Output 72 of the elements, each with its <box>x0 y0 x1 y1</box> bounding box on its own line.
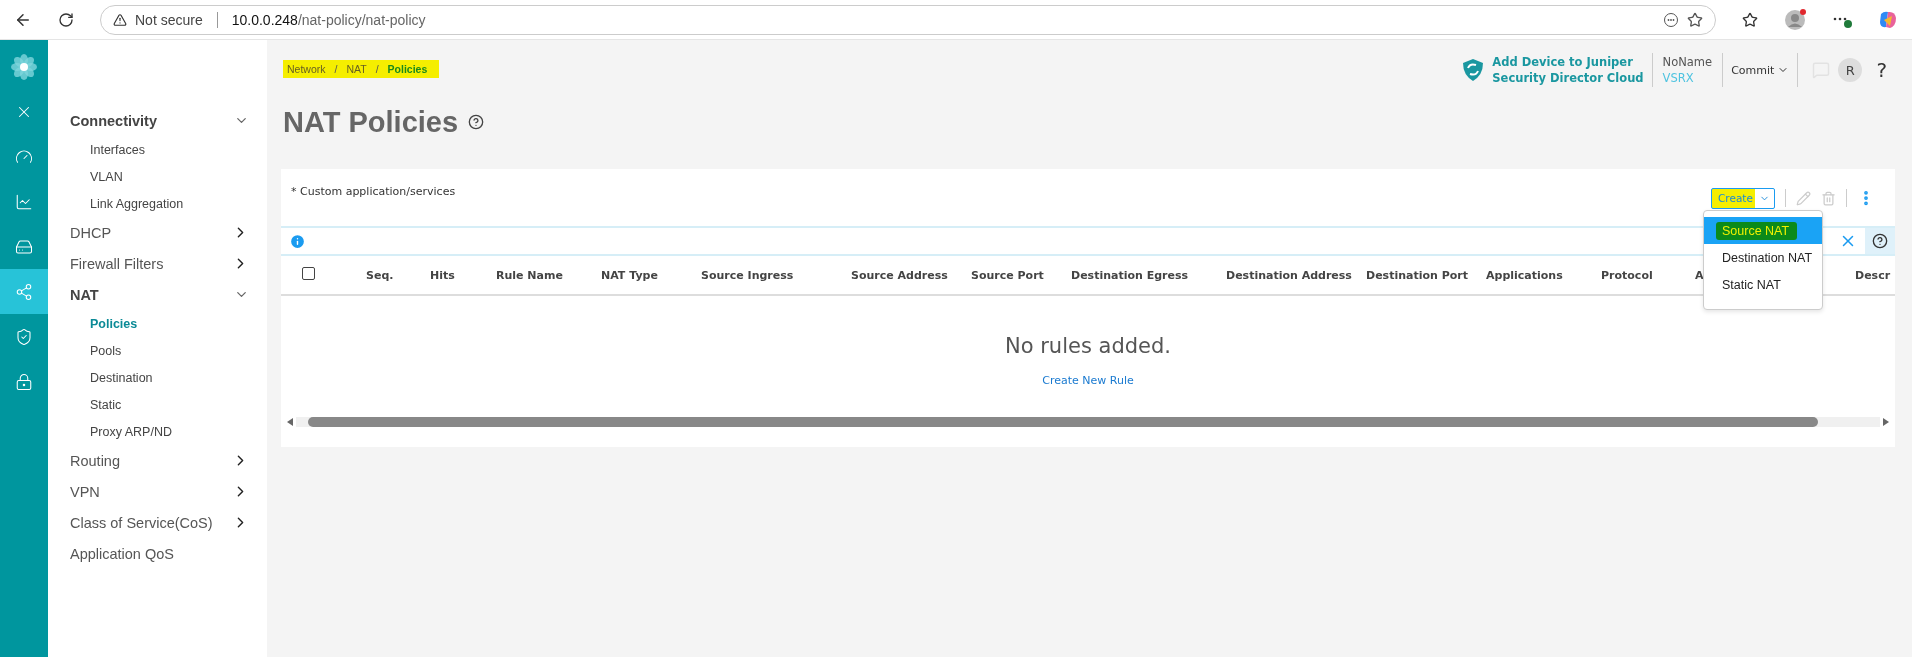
breadcrumb-separator: / <box>375 63 379 75</box>
chart-icon <box>15 192 33 211</box>
scroll-left-icon[interactable] <box>287 418 293 426</box>
share-icon <box>15 282 33 301</box>
column-header[interactable]: Source Address <box>851 268 971 282</box>
reload-icon[interactable] <box>58 11 74 28</box>
sidebar-group[interactable]: Application QoS <box>70 538 249 569</box>
user-avatar[interactable]: R <box>1838 58 1863 82</box>
breadcrumb-separator: / <box>334 63 338 75</box>
security-label[interactable]: Not secure <box>135 11 203 28</box>
help-link[interactable]: ? <box>1876 58 1887 82</box>
column-header[interactable]: Destination Address <box>1226 268 1366 282</box>
reader-icon[interactable] <box>1663 11 1679 28</box>
sidebar-item[interactable]: VLAN <box>70 163 249 190</box>
sidebar-group[interactable]: DHCP <box>70 217 249 248</box>
profile-icon[interactable] <box>1784 8 1806 31</box>
menu-item[interactable]: Static NAT <box>1704 271 1822 298</box>
column-header[interactable]: Source Ingress <box>701 268 851 282</box>
sidebar-group[interactable]: NAT <box>70 279 249 310</box>
column-header[interactable]: Hits <box>430 268 496 282</box>
sidebar-group[interactable]: VPN <box>70 476 249 507</box>
favorite-icon[interactable] <box>1687 11 1703 28</box>
help-icon <box>1872 233 1888 249</box>
sidebar-group[interactable]: Class of Service(CoS) <box>70 507 249 538</box>
column-header[interactable]: Descr <box>1855 268 1895 282</box>
column-header[interactable]: Destination Port <box>1366 268 1486 282</box>
device-model: VSRX <box>1662 70 1695 86</box>
help-icon[interactable] <box>468 114 485 130</box>
column-header[interactable]: Source Port <box>971 268 1071 282</box>
column-header[interactable]: Rule Name <box>496 268 601 282</box>
breadcrumb-link[interactable]: Policies <box>387 63 428 75</box>
gauge-icon <box>15 147 33 166</box>
sidebar-item[interactable]: Policies <box>70 310 249 337</box>
empty-message: No rules added. <box>1005 334 1171 358</box>
sidebar-group[interactable]: Firewall Filters <box>70 248 249 279</box>
select-all-checkbox[interactable] <box>302 267 315 280</box>
column-header[interactable]: Applications <box>1486 268 1601 282</box>
scroll-right-icon[interactable] <box>1883 418 1889 426</box>
help-button[interactable] <box>1865 228 1895 254</box>
breadcrumb-link[interactable]: Network <box>287 63 326 75</box>
sidebar-item[interactable]: Pools <box>70 337 249 364</box>
shield-logo-icon <box>1462 58 1485 82</box>
sidebar-item[interactable]: Proxy ARP/ND <box>70 418 249 445</box>
column-header[interactable]: NAT Type <box>601 268 701 282</box>
column-header[interactable]: Destination Egress <box>1071 268 1226 282</box>
device-name: NoName <box>1662 54 1713 70</box>
commit-button[interactable]: Commit <box>1723 53 1799 87</box>
assistant-icon[interactable] <box>1878 9 1898 30</box>
url-host[interactable]: 10.0.0.248 <box>231 11 298 28</box>
sidebar-group[interactable]: Connectivity <box>70 105 249 136</box>
sidebar-item[interactable]: Static <box>70 391 249 418</box>
shield-check-icon <box>15 327 33 346</box>
flower-logo-icon <box>10 52 38 81</box>
menu-item[interactable]: Destination NAT <box>1704 244 1822 271</box>
column-header[interactable]: Seq. <box>366 268 430 282</box>
device-icon <box>15 237 33 256</box>
sidebar-group[interactable]: Routing <box>70 445 249 476</box>
info-icon <box>289 232 306 250</box>
lock-icon <box>15 372 33 391</box>
sidebar-item[interactable]: Link Aggregation <box>70 190 249 217</box>
scrollbar-thumb[interactable] <box>308 417 1818 427</box>
warning-icon <box>113 12 127 27</box>
sidebar-item[interactable]: Interfaces <box>70 136 249 163</box>
page-title: NAT Policies <box>283 105 459 139</box>
column-header[interactable]: Protocol <box>1601 268 1695 282</box>
custom-note: * Custom application/services <box>291 185 456 200</box>
sidebar-item[interactable]: Destination <box>70 364 249 391</box>
menu-item[interactable]: Source NAT <box>1704 217 1822 244</box>
favorites-icon[interactable] <box>1742 11 1758 28</box>
url-path[interactable]: /nat-policy/nat-policy <box>297 11 426 28</box>
breadcrumb-link[interactable]: NAT <box>346 63 367 75</box>
create-rule-link[interactable]: Create New Rule <box>1042 374 1134 387</box>
